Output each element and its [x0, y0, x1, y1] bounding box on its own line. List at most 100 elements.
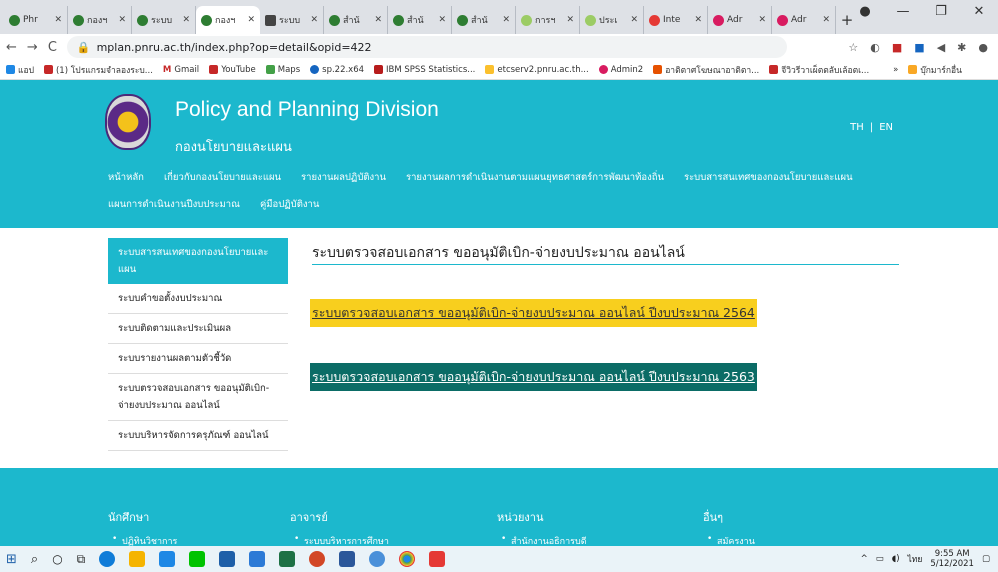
minimize-button[interactable]: — — [884, 0, 922, 26]
nav-item-manual[interactable]: คู่มือปฏิบัติงาน — [260, 197, 319, 212]
windows-taskbar: ⊞ ⌕ ○ ⧉ ^ ▭ ◖) ไทย 9:55 AM 5/12/2021 ▢ — [0, 546, 998, 572]
profile-icon[interactable]: ● — [846, 0, 884, 26]
close-tab-icon[interactable]: ✕ — [182, 15, 190, 25]
system-link-2564[interactable]: ระบบตรวจสอบเอกสาร ขออนุมัติเบิก-จ่ายงบปร… — [310, 299, 757, 327]
bookmark-item[interactable]: YouTube — [209, 65, 256, 75]
excel-icon[interactable] — [279, 551, 296, 567]
bookmark-item[interactable]: sp.22.x64 — [310, 65, 364, 75]
reload-icon[interactable]: C — [48, 40, 57, 55]
search-icon[interactable]: ⌕ — [31, 552, 38, 567]
app-icon[interactable] — [369, 551, 386, 567]
browser-tab[interactable]: สำนั ✕ — [452, 6, 516, 34]
mail-icon[interactable] — [219, 551, 236, 567]
clock[interactable]: 9:55 AM 5/12/2021 — [930, 549, 974, 569]
powerpoint-icon[interactable] — [309, 551, 326, 567]
task-view-icon[interactable]: ⧉ — [77, 552, 86, 567]
tray-arrow-icon[interactable]: ^ — [861, 554, 868, 564]
system-link-2563[interactable]: ระบบตรวจสอบเอกสาร ขออนุมัติเบิก-จ่ายงบปร… — [310, 363, 757, 391]
nav-item-strategy-reports[interactable]: รายงานผลการดำเนินงานตามแผนยุทธศาสตร์การพ… — [406, 170, 664, 185]
lang-th-link[interactable]: TH — [850, 122, 864, 133]
browser-tab[interactable]: ระบบ ✕ — [260, 6, 324, 34]
sidebar-item-monitoring[interactable]: ระบบติดตามและประเมินผล — [108, 314, 288, 344]
close-tab-icon[interactable]: ✕ — [630, 15, 638, 25]
sidebar-item-document-check[interactable]: ระบบตรวจสอบเอกสาร ขออนุมัติเบิก-จ่ายงบปร… — [108, 374, 288, 421]
close-tab-icon[interactable]: ✕ — [758, 15, 766, 25]
close-tab-icon[interactable]: ✕ — [118, 15, 126, 25]
windows-start-icon[interactable]: ⊞ — [6, 552, 17, 567]
close-tab-icon[interactable]: ✕ — [374, 15, 382, 25]
nav-item-reports[interactable]: รายงานผลปฏิบัติงาน — [301, 170, 386, 185]
nav-item-about[interactable]: เกี่ยวกับกองนโยบายและแผน — [164, 170, 281, 185]
browser-tab-active[interactable]: กองฯ ✕ — [196, 6, 260, 34]
file-explorer-icon[interactable] — [129, 551, 146, 567]
back-icon[interactable]: ← — [6, 40, 17, 55]
browser-tab[interactable]: ประเ ✕ — [580, 6, 644, 34]
university-logo[interactable] — [105, 94, 151, 150]
folder-icon — [908, 65, 918, 74]
sidebar: ระบบสารสนเทศของกองนโยบายและแผน ระบบคำขอต… — [108, 238, 288, 451]
close-tab-icon[interactable]: ✕ — [54, 15, 62, 25]
close-tab-icon[interactable]: ✕ — [694, 15, 702, 25]
input-language[interactable]: ไทย — [908, 552, 923, 566]
maps-icon — [265, 65, 275, 74]
bookmark-item[interactable]: M Gmail — [163, 65, 199, 75]
bookmark-label: อาติตาศโฆษณาอาติตา... — [665, 65, 760, 76]
browser-tab[interactable]: ระบบ ✕ — [132, 6, 196, 34]
chrome-icon[interactable] — [399, 551, 416, 567]
browser-tab[interactable]: Inte ✕ — [644, 6, 708, 34]
acrobat-icon[interactable] — [429, 551, 446, 567]
bookmark-label: » — [893, 64, 899, 75]
bookmark-item[interactable]: Admin2 — [598, 65, 643, 75]
nav-item-information-system[interactable]: ระบบสารสนเทศของกองนโยบายและแผน — [684, 170, 853, 185]
close-tab-icon[interactable]: ✕ — [822, 15, 830, 25]
url-field[interactable]: 🔒 mplan.pnru.ac.th/index.php?op=detail&o… — [66, 36, 787, 58]
bookmark-item[interactable]: etcserv2.pnru.ac.th... — [485, 65, 589, 75]
close-tab-icon[interactable]: ✕ — [247, 15, 255, 25]
extension-icon[interactable]: ■ — [914, 41, 924, 54]
sidebar-item-kpi-report[interactable]: ระบบรายงานผลตามตัวชี้วัด — [108, 344, 288, 374]
notification-icon[interactable]: ▢ — [982, 554, 990, 564]
volume-icon[interactable]: ◖) — [892, 554, 900, 564]
close-tab-icon[interactable]: ✕ — [502, 15, 510, 25]
forward-icon[interactable]: → — [27, 40, 38, 55]
extension-icon[interactable]: ◐ — [870, 41, 880, 54]
browser-tab[interactable]: Adr ✕ — [708, 6, 772, 34]
line-icon[interactable] — [189, 551, 206, 567]
browser-tab[interactable]: การฯ ✕ — [516, 6, 580, 34]
bookmark-item[interactable]: Maps — [265, 65, 300, 75]
restore-button[interactable]: ❐ — [922, 0, 960, 26]
puzzle-icon[interactable]: ✱ — [957, 41, 966, 54]
extension-icon[interactable]: ■ — [892, 41, 902, 54]
extension-icon[interactable]: ◀ — [937, 41, 945, 54]
browser-tab[interactable]: สำนั ✕ — [324, 6, 388, 34]
bookmark-item[interactable]: แอป — [6, 63, 34, 77]
network-icon[interactable]: ▭ — [876, 554, 884, 564]
close-tab-icon[interactable]: ✕ — [310, 15, 318, 25]
cortana-icon[interactable]: ○ — [52, 552, 62, 566]
nav-item-home[interactable]: หน้าหลัก — [108, 170, 144, 185]
sidebar-item-asset-management[interactable]: ระบบบริหารจัดการครุภัณฑ์ ออนไลน์ — [108, 421, 288, 451]
bookmark-item[interactable]: IBM SPSS Statistics... — [374, 65, 475, 75]
more-bookmarks-button[interactable]: » — [893, 65, 898, 75]
browser-tab[interactable]: กองฯ ✕ — [68, 6, 132, 34]
browser-tab[interactable]: Phr ✕ — [4, 6, 68, 34]
star-icon[interactable]: ☆ — [848, 41, 858, 54]
word-icon[interactable] — [339, 551, 356, 567]
bookmark-item[interactable]: (1) โปรแกรมจำลองระบ... — [43, 63, 153, 77]
sidebar-item-budget-request[interactable]: ระบบคำขอตั้งงบประมาณ — [108, 284, 288, 314]
edge-icon[interactable] — [99, 551, 116, 567]
nav-item-annual-plan[interactable]: แผนการดำเนินงานปีงบประมาณ — [108, 197, 240, 212]
lang-en-link[interactable]: EN — [879, 122, 893, 133]
close-tab-icon[interactable]: ✕ — [438, 15, 446, 25]
app-icon[interactable] — [249, 551, 266, 567]
bookmark-item[interactable]: จีวิวรีวาเผ็ตตลับเล้อตเ... — [769, 63, 869, 77]
other-bookmarks[interactable]: บุ๊กมาร์กอื่น — [908, 63, 962, 77]
site-favicon-icon — [585, 14, 596, 26]
browser-tab[interactable]: สำนั ✕ — [388, 6, 452, 34]
avatar[interactable]: ● — [978, 41, 988, 54]
bookmark-item[interactable]: อาติตาศโฆษณาอาติตา... — [653, 63, 759, 77]
close-tab-icon[interactable]: ✕ — [566, 15, 574, 25]
store-icon[interactable] — [159, 551, 176, 567]
browser-tab[interactable]: Adr ✕ — [772, 6, 836, 34]
close-window-button[interactable]: ✕ — [960, 0, 998, 26]
